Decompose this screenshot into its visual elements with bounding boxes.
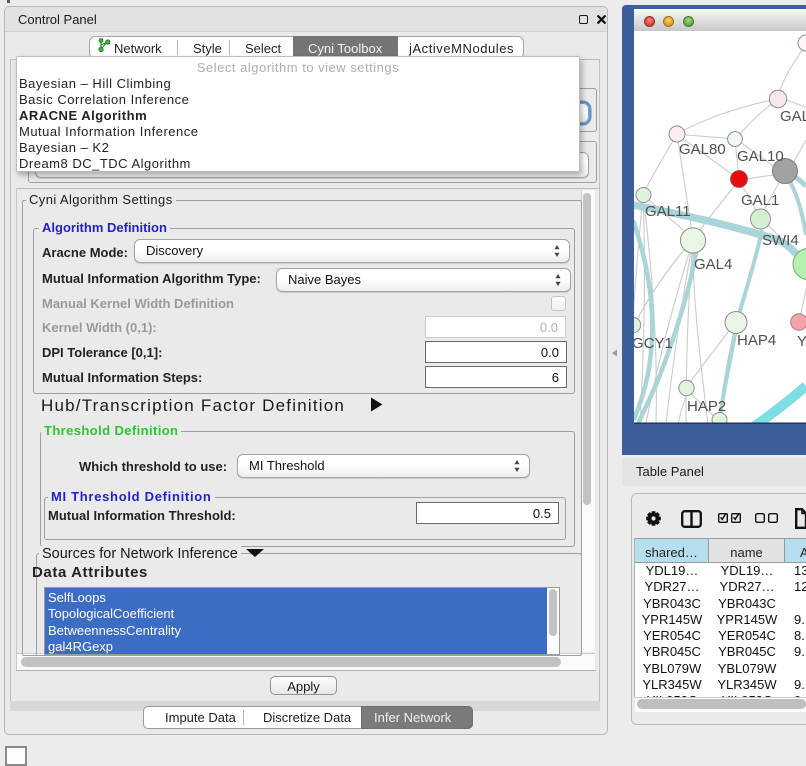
svg-text:GCY1: GCY1 bbox=[634, 335, 673, 352]
svg-text:SWI4: SWI4 bbox=[762, 232, 799, 249]
svg-text:HAP4: HAP4 bbox=[737, 332, 776, 349]
svg-text:HAP2: HAP2 bbox=[687, 398, 726, 415]
svg-text:GAL1: GAL1 bbox=[741, 192, 779, 209]
svg-text:Y: Y bbox=[797, 333, 806, 350]
svg-text:GAL11: GAL11 bbox=[645, 203, 691, 220]
svg-text:GAL4: GAL4 bbox=[694, 256, 732, 273]
svg-text:GAL: GAL bbox=[780, 108, 806, 125]
svg-text:GAL80: GAL80 bbox=[679, 141, 726, 158]
svg-text:GAL10: GAL10 bbox=[737, 148, 784, 165]
